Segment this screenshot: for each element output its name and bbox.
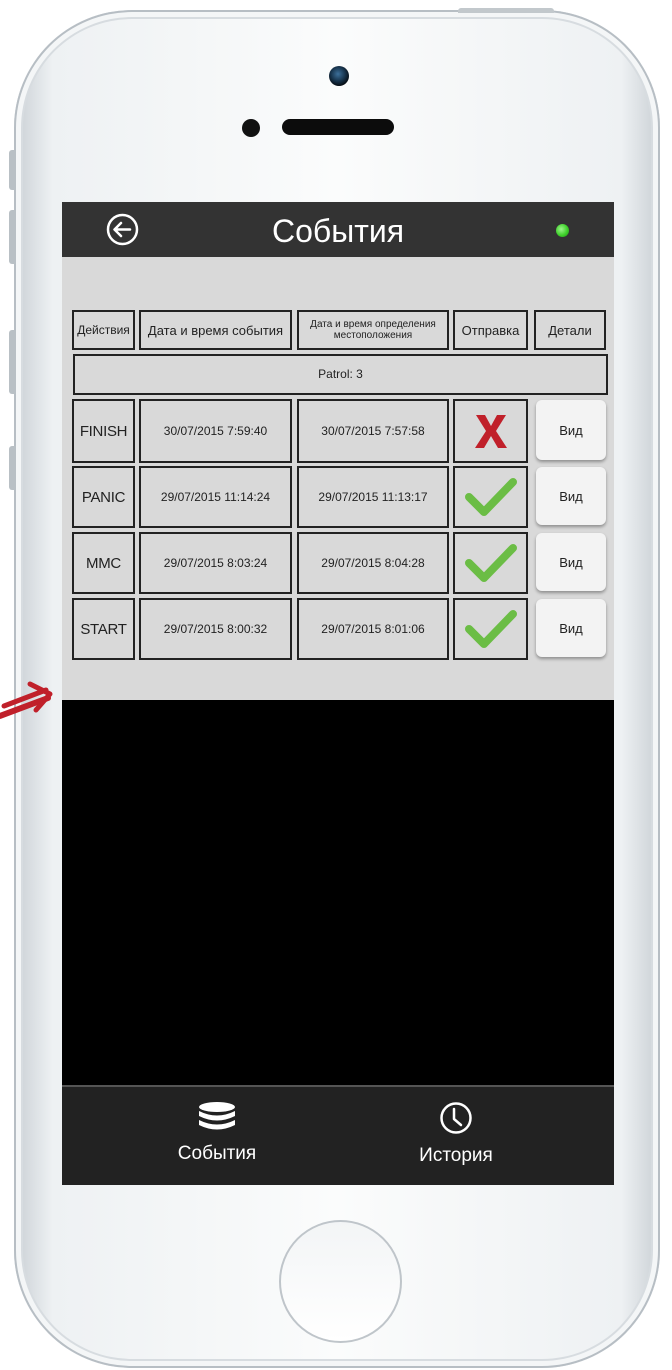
back-arrow-icon: [106, 213, 139, 246]
row-status-cell: [453, 598, 528, 660]
view-details-button[interactable]: Вид: [536, 533, 606, 591]
row-event-time-cell: 29/07/2015 11:14:24: [139, 466, 292, 528]
row-event-time-cell: 29/07/2015 8:00:32: [139, 598, 292, 660]
earpiece-speaker: [282, 119, 394, 135]
column-header-details: Детали: [534, 310, 606, 350]
row-action-cell: PANIC: [72, 466, 135, 528]
database-stack-icon: [199, 1102, 235, 1130]
view-details-button[interactable]: Вид: [536, 467, 606, 525]
tab-history[interactable]: История: [381, 1097, 531, 1177]
check-icon: [464, 610, 517, 648]
group-row-patrol: Patrol: 3: [73, 354, 608, 395]
view-details-button[interactable]: Вид: [536, 599, 606, 657]
row-status-cell: [453, 399, 528, 463]
row-location-time-cell: 29/07/2015 8:04:28: [297, 532, 449, 594]
row-action-cell: START: [72, 598, 135, 660]
app-header: События: [62, 202, 614, 257]
clock-icon: [440, 1102, 472, 1134]
row-event-time-cell: 30/07/2015 7:59:40: [139, 399, 292, 463]
check-icon: [464, 478, 517, 516]
page-title: События: [271, 213, 405, 249]
row-location-time-cell: 29/07/2015 11:13:17: [297, 466, 449, 528]
mute-switch: [9, 150, 16, 190]
view-details-button[interactable]: Вид: [536, 400, 606, 460]
column-header-sending: Отправка: [453, 310, 528, 350]
home-button: [279, 1220, 402, 1343]
row-location-time-cell: 30/07/2015 7:57:58: [297, 399, 449, 463]
back-button[interactable]: [106, 213, 139, 246]
volume-down-button: [9, 330, 16, 394]
check-icon: [464, 544, 517, 582]
tab-events-label: События: [177, 1143, 257, 1164]
x-icon: [474, 415, 507, 448]
row-location-time-cell: 29/07/2015 8:01:06: [297, 598, 449, 660]
events-table: Действия Дата и время события Дата и вре…: [62, 257, 614, 700]
row-status-cell: [453, 466, 528, 528]
tab-history-label: История: [419, 1145, 493, 1166]
bottom-tab-bar: События История: [62, 1085, 614, 1185]
connection-status-indicator: [556, 224, 569, 237]
front-camera: [329, 66, 349, 86]
column-header-event-time: Дата и время события: [139, 310, 292, 350]
column-header-actions: Действия: [72, 310, 135, 350]
row-status-cell: [453, 532, 528, 594]
proximity-sensor: [242, 119, 260, 137]
column-header-location-time: Дата и время определения местоположения: [297, 310, 449, 350]
power-button: [458, 8, 554, 13]
row-action-cell: MMC: [72, 532, 135, 594]
annotation-arrow-icon: [0, 681, 53, 719]
row-event-time-cell: 29/07/2015 8:03:24: [139, 532, 292, 594]
phone-screen: События Действия Дата и время события Да…: [62, 202, 614, 1185]
row-action-cell: FINISH: [72, 399, 135, 463]
volume-up-button: [9, 210, 16, 264]
side-button: [9, 446, 16, 490]
tab-events[interactable]: События: [142, 1097, 292, 1177]
